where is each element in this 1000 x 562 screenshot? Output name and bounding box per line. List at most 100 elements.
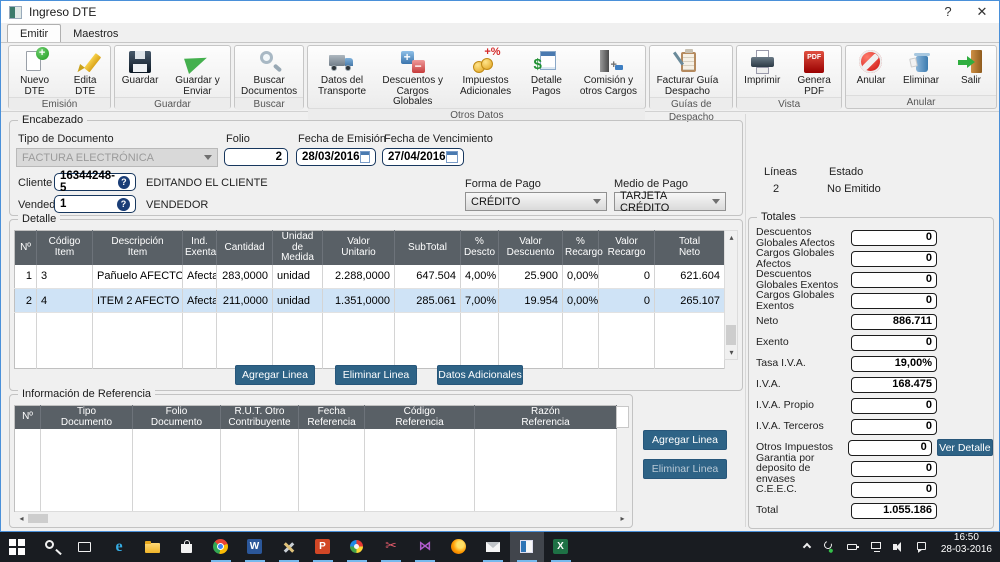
calendar-icon[interactable]	[360, 151, 370, 163]
reference-agregar-linea-button[interactable]: Agregar Linea	[643, 430, 727, 450]
ribbon-button-guardar-y-enviar[interactable]: Guardar y Enviar	[165, 46, 230, 97]
totals-value-field[interactable]: 0	[851, 230, 937, 246]
lookup-help-icon[interactable]: ?	[117, 198, 130, 211]
scroll-up-icon[interactable]: ▴	[725, 231, 738, 244]
forma-pago-select[interactable]: CRÉDITO	[465, 192, 607, 211]
calendar-icon[interactable]	[446, 151, 458, 163]
taskbar-paint-button[interactable]	[340, 532, 374, 562]
reference-horizontal-scrollbar[interactable]: ◂ ▸	[15, 511, 629, 524]
table-cell[interactable]: 1.351,0000	[323, 289, 395, 313]
scrollbar-thumb[interactable]	[28, 514, 48, 523]
ribbon-button-buscar-documentos[interactable]: Buscar Documentos	[235, 46, 303, 97]
table-cell[interactable]: 1	[15, 265, 37, 289]
detail-agregar-linea-button[interactable]: Agregar Linea	[235, 365, 315, 385]
table-row[interactable]: 24ITEM 2 AFECTOAfecta211,0000unidad1.351…	[15, 289, 725, 313]
ribbon-button-comision-y-otros-cargos[interactable]: +Comisión y otros Cargos	[571, 46, 645, 108]
volume-icon[interactable]	[892, 540, 909, 554]
table-cell[interactable]: 0,00%	[563, 265, 599, 289]
taskbar-taskbar-search-button[interactable]	[34, 532, 68, 562]
table-cell[interactable]: unidad	[273, 289, 323, 313]
ribbon-button-genera-pdf[interactable]: PDFGenera PDF	[787, 46, 841, 97]
table-cell[interactable]: unidad	[273, 265, 323, 289]
tab-emitir[interactable]: Emitir	[7, 24, 61, 42]
ribbon-button-descuentos-y-cargos-globales[interactable]: +−Descuentos y Cargos Globales	[376, 46, 450, 108]
close-button[interactable]: ✕	[965, 1, 999, 23]
taskbar-edge-button[interactable]: e	[102, 532, 136, 562]
ribbon-button-anular[interactable]: Anular	[846, 46, 896, 95]
ribbon-button-edita-dte[interactable]: Edita DTE	[60, 46, 110, 97]
ver-detalle-button[interactable]: Ver Detalle	[937, 439, 993, 456]
totals-value-field[interactable]: 0	[851, 293, 937, 309]
table-cell[interactable]: 0,00%	[563, 289, 599, 313]
cliente-input[interactable]: 16344248-5?	[54, 173, 136, 191]
table-cell[interactable]: 4,00%	[461, 265, 499, 289]
ribbon-button-imprimir[interactable]: Imprimir	[737, 46, 787, 97]
help-button[interactable]: ?	[931, 1, 965, 23]
taskbar-word-button[interactable]: W	[238, 532, 272, 562]
taskbar-excel-button[interactable]: X	[544, 532, 578, 562]
ribbon-button-impuestos-adicionales[interactable]: +%Impuestos Adicionales	[450, 46, 522, 108]
ribbon-button-datos-del-transporte[interactable]: Datos del Transporte	[308, 46, 375, 108]
scroll-left-icon[interactable]: ◂	[15, 512, 28, 525]
datos-adicionales-button[interactable]: Datos Adicionales	[437, 365, 523, 385]
taskbar-ingreso-dte-button[interactable]	[510, 532, 544, 562]
totals-value-field[interactable]: 886.711	[851, 314, 937, 330]
taskbar-clock[interactable]: 16:50 28-03-2016	[941, 532, 992, 562]
detail-vertical-scrollbar[interactable]: ▴ ▾	[724, 230, 738, 360]
scroll-right-icon[interactable]: ▸	[616, 512, 629, 525]
totals-value-field[interactable]: 1.055.186	[851, 503, 937, 519]
taskbar-task-view-button[interactable]	[68, 532, 102, 562]
table-cell[interactable]: Afecta	[183, 289, 217, 313]
taskbar-store-button[interactable]	[170, 532, 204, 562]
ribbon-button-eliminar[interactable]: Eliminar	[896, 46, 946, 95]
table-cell[interactable]: 0	[599, 289, 655, 313]
scroll-down-icon[interactable]: ▾	[725, 346, 738, 359]
table-cell[interactable]: ITEM 2 AFECTO	[93, 289, 183, 313]
tipo-documento-select[interactable]: FACTURA ELECTRÓNICA	[16, 148, 218, 167]
table-row[interactable]: 13Pañuelo AFECTOAfecta283,0000unidad2.28…	[15, 265, 725, 289]
taskbar-windows-start-button[interactable]	[0, 532, 34, 562]
chevron-up-icon[interactable]	[800, 540, 817, 554]
totals-value-field[interactable]: 0	[851, 482, 937, 498]
taskbar-visual-studio-button[interactable]: ⋈	[408, 532, 442, 562]
table-cell[interactable]: 283,0000	[217, 265, 273, 289]
table-cell[interactable]: 2.288,0000	[323, 265, 395, 289]
taskbar-snipping-tool-button[interactable]: ✂	[374, 532, 408, 562]
vendedor-input[interactable]: 1?	[54, 195, 136, 213]
ribbon-button-salir[interactable]: Salir	[946, 46, 996, 95]
taskbar-powerpoint-button[interactable]: P	[306, 532, 340, 562]
taskbar-firefox-button[interactable]	[442, 532, 476, 562]
table-cell[interactable]: 647.504	[395, 265, 461, 289]
totals-value-field[interactable]: 0	[851, 419, 937, 435]
table-cell[interactable]: 621.604	[655, 265, 725, 289]
fecha-vencimiento-input[interactable]: 27/04/2016	[382, 148, 464, 166]
totals-value-field[interactable]: 19,00%	[851, 356, 937, 372]
tab-maestros[interactable]: Maestros	[61, 25, 130, 42]
totals-value-field[interactable]: 0	[851, 272, 937, 288]
table-cell[interactable]: 25.900	[499, 265, 563, 289]
totals-value-field[interactable]: 0	[851, 251, 937, 267]
sync-icon[interactable]	[823, 540, 840, 554]
table-cell[interactable]: 0	[599, 265, 655, 289]
table-cell[interactable]: 285.061	[395, 289, 461, 313]
ribbon-button-facturar-guia-despacho[interactable]: Facturar Guía Despacho	[650, 46, 724, 97]
table-cell[interactable]: Afecta	[183, 265, 217, 289]
taskbar-admin-tools-button[interactable]	[272, 532, 306, 562]
table-cell[interactable]: 7,00%	[461, 289, 499, 313]
totals-value-field[interactable]: 0	[848, 440, 932, 456]
totals-value-field[interactable]: 0	[851, 335, 937, 351]
table-cell[interactable]: 211,0000	[217, 289, 273, 313]
table-cell[interactable]: 3	[37, 265, 93, 289]
network-icon[interactable]	[869, 540, 886, 554]
taskbar-chrome-button[interactable]	[204, 532, 238, 562]
scrollbar-thumb[interactable]	[726, 325, 736, 345]
ribbon-button-nuevo-dte[interactable]: +Nuevo DTE	[9, 46, 60, 97]
totals-value-field[interactable]: 0	[851, 461, 937, 477]
reference-eliminar-linea-button[interactable]: Eliminar Linea	[643, 459, 727, 479]
table-cell[interactable]: 19.954	[499, 289, 563, 313]
taskbar-mail-button[interactable]	[476, 532, 510, 562]
action-center-icon[interactable]	[915, 540, 932, 554]
ribbon-button-guardar[interactable]: Guardar	[115, 46, 165, 97]
table-cell[interactable]: Pañuelo AFECTO	[93, 265, 183, 289]
taskbar-file-explorer-button[interactable]	[136, 532, 170, 562]
